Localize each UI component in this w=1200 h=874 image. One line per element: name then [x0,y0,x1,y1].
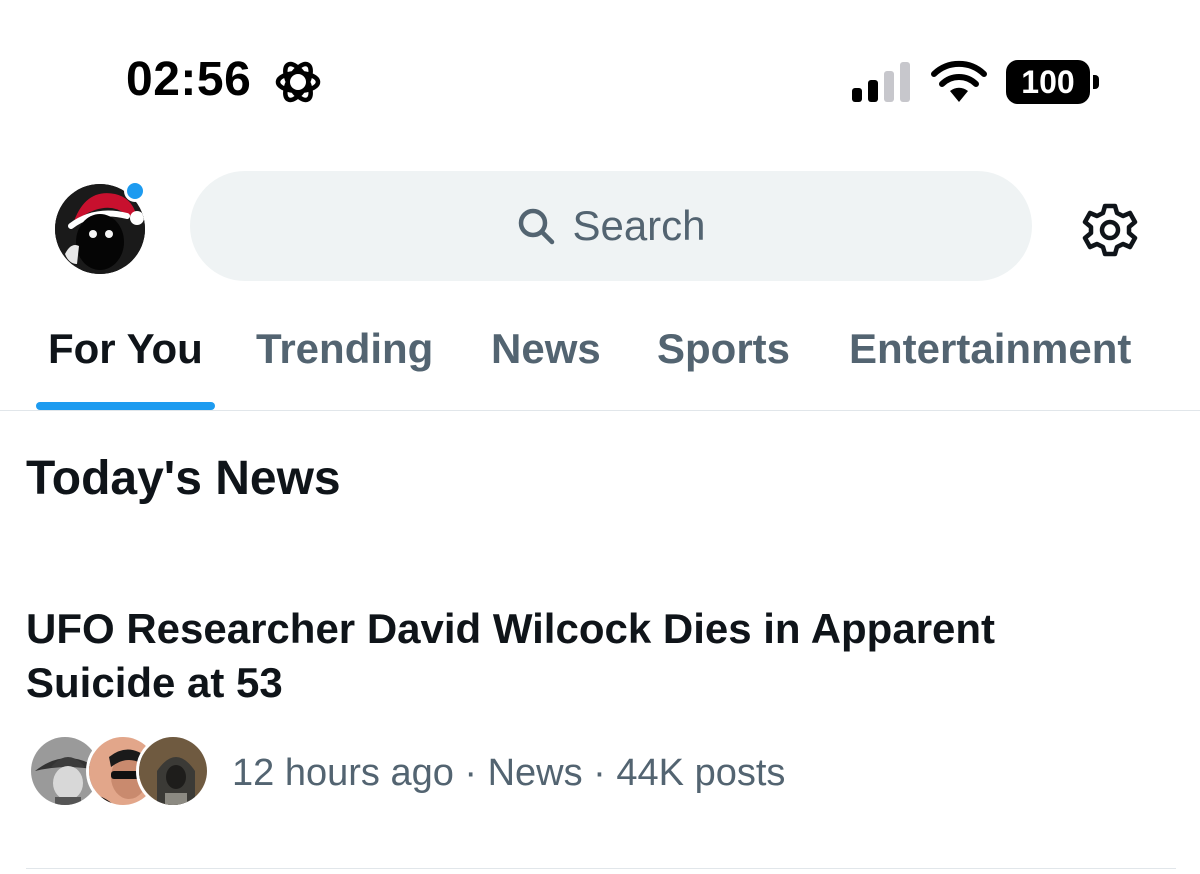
divider [26,868,1176,869]
tab-bar: For You Trending News Sports Entertainme… [0,310,1200,410]
battery-indicator: 100 [1006,60,1100,104]
active-tab-indicator [36,402,215,410]
status-bar: 02:56 100 [0,0,1200,160]
notification-dot [124,180,146,202]
contributor-avatars [28,734,210,810]
search-placeholder: Search [572,202,706,249]
search-bar[interactable]: Search [190,171,1032,281]
news-headline[interactable]: UFO Researcher David Wilcock Dies in App… [26,602,1126,710]
contributor-avatar [136,734,210,808]
wifi-icon [931,60,987,102]
battery-nub [1093,75,1099,89]
tab-news[interactable]: News [491,324,601,374]
gear-icon[interactable] [1080,200,1140,260]
tab-entertainment[interactable]: Entertainment [849,324,1131,374]
tab-sports[interactable]: Sports [657,324,790,374]
search-icon [519,208,555,245]
section-title: Today's News [26,452,341,505]
gear-icon [275,61,321,103]
tab-for-you[interactable]: For You [48,324,203,374]
status-time: 02:56 [126,53,252,106]
battery-level: 100 [1021,64,1075,100]
tab-trending[interactable]: Trending [256,324,433,374]
cellular-signal-icon [852,62,910,102]
news-meta: 12 hours ago · News · 44K posts [232,752,786,794]
divider [0,410,1200,411]
